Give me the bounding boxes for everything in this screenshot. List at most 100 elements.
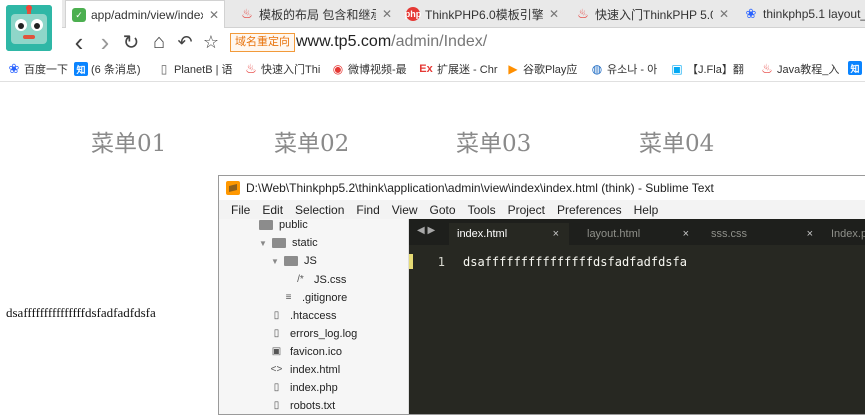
bookmark-label: PlanetB | 语 [174,64,233,76]
tree-label: favicon.ico [290,345,342,358]
bookmark-item[interactable]: ▶ 谷歌Play应 [506,61,577,77]
sublime-logo-icon [226,181,240,195]
home-button[interactable]: ⌂ [148,31,170,53]
browser-tab-2[interactable]: ♨ 模板的布局 包含和继承 ✕ [232,0,392,28]
zhihu-icon: 知 [848,61,862,75]
bookmark-item[interactable]: Ex 扩展迷 - Chr [418,61,498,77]
editor-tab-sss-css[interactable]: sss.css × [703,223,823,245]
leaf-icon: ✓ [72,8,86,22]
editor-tab-layout-html[interactable]: layout.html × [579,223,699,245]
menu-item-1[interactable]: 菜单01 [91,124,166,158]
code-line[interactable]: dsafffffffffffffffdsfadfadfdsfa [463,255,687,269]
tree-item-index-html[interactable]: <> index.html [271,363,340,376]
close-tab-icon[interactable]: ✕ [209,8,219,22]
sublime-text-window: D:\Web\Thinkphp5.2\think\application\adm… [218,175,865,415]
menu-preferences[interactable]: Preferences [557,203,622,217]
bookmark-label: 谷歌Play应 [523,64,578,76]
reload-button[interactable]: ↻ [120,31,142,54]
code-editor[interactable]: ◀ ▶ index.html × layout.html × sss.css ×… [409,219,865,414]
tree-item-public[interactable]: public [259,219,308,231]
bookmark-item[interactable]: ▣ 【J.Fla】翻 [670,61,744,77]
avatar[interactable] [6,5,52,51]
menu-project[interactable]: Project [508,203,545,217]
bookmark-label: 微博视频-最 [348,64,407,76]
page-body-text: dsafffffffffffffffdsfadfadfdsfa [6,305,156,320]
image-file-icon: ▣ [271,346,282,357]
tree-item-robots[interactable]: ▯ robots.txt [271,399,336,412]
tree-item-errors-log[interactable]: ▯ errors_log.log [271,327,358,340]
close-tab-icon[interactable]: × [553,228,559,240]
sublime-title-bar[interactable]: D:\Web\Thinkphp5.2\think\application\adm… [219,176,865,200]
bookmarks-bar: ❀ 百度一下 知 (6 条消息) ▯ PlanetB | 语 ♨ 快速入门Thi… [0,57,865,82]
tree-label: index.html [290,363,341,376]
browser-tab-1[interactable]: ✓ app/admin/view/index ✕ [65,0,225,29]
tree-item-gitignore[interactable]: ≡ .gitignore [283,291,348,304]
tab-strip: ✓ app/admin/view/index ✕ ♨ 模板的布局 包含和继承 ✕… [62,0,865,29]
menu-edit[interactable]: Edit [262,203,283,217]
editor-tab-label: Index.ph [831,228,865,240]
bookmark-item[interactable]: 知 [848,61,865,75]
list-file-icon: ≡ [285,292,292,303]
url-path: /admin/Index/ [391,33,488,50]
menu-tools[interactable]: Tools [468,203,496,217]
bookmark-item[interactable]: ◍ 유소나 - 아 [590,61,658,77]
back-button[interactable]: ‹ [68,27,90,57]
tree-item-js-css[interactable]: /* JS.css [295,273,346,286]
tree-item-static[interactable]: ▼ static [259,237,318,249]
close-tab-icon[interactable]: × [807,228,813,240]
tree-item-favicon[interactable]: ▣ favicon.ico [271,345,342,358]
globe-icon: ◍ [591,62,603,76]
tree-label: errors_log.log [290,327,358,340]
bookmark-label: 扩展迷 - Chr [437,64,498,76]
forward-button[interactable]: › [94,27,116,57]
close-tab-icon[interactable]: ✕ [382,7,392,21]
browser-tab-4[interactable]: ♨ 快速入门ThinkPHP 5.0 ✕ [568,0,730,28]
menu-view[interactable]: View [392,203,418,217]
file-icon: ▯ [273,310,280,321]
extension-icon: Ex [419,63,433,75]
tree-item-htaccess[interactable]: ▯ .htaccess [271,309,337,322]
menu-help[interactable]: Help [634,203,659,217]
menu-item-2[interactable]: 菜单02 [274,124,349,158]
bookmark-item[interactable]: ▯ PlanetB | 语 [157,61,233,77]
tree-item-js[interactable]: ▼ JS [271,255,317,267]
tab-label: ThinkPHP6.0模板引擎 [425,7,543,22]
editor-tab-index-html[interactable]: index.html × [449,223,569,245]
bookmark-star-button[interactable]: ☆ [200,31,222,53]
close-tab-icon[interactable]: ✕ [719,7,729,21]
bookmark-item[interactable]: ❀ 百度一下 [7,61,68,77]
sublime-title: D:\Web\Thinkphp5.2\think\application\adm… [246,181,714,195]
tree-label: index.php [290,381,338,394]
bookmark-item[interactable]: ♨ Java教程_入 [760,61,839,77]
undo-close-button[interactable]: ↶ [174,31,196,53]
tab-nav-arrows-icon[interactable]: ◀ ▶ [417,225,435,236]
menu-goto[interactable]: Goto [430,203,456,217]
tree-label: public [279,219,308,231]
file-icon: ▯ [273,328,280,339]
redirect-badge[interactable]: 域名重定向 [230,33,295,52]
editor-tab-label: sss.css [711,228,748,240]
flame-icon: ♨ [577,6,589,21]
folder-open-icon [272,238,286,248]
menu-file[interactable]: File [231,203,250,217]
browser-tab-3[interactable]: php ThinkPHP6.0模板引擎 ✕ [400,0,562,28]
tab-label: 模板的布局 包含和继承 [259,7,376,22]
close-tab-icon[interactable]: ✕ [549,7,559,21]
menu-selection[interactable]: Selection [295,203,344,217]
php-icon: php [404,7,422,21]
menu-item-3[interactable]: 菜单03 [456,124,531,158]
file-icon: ▯ [273,400,280,411]
browser-tab-5[interactable]: ❀ thinkphp5.1 layout_re [738,0,865,28]
line-number: 1 [437,255,445,269]
close-tab-icon[interactable]: × [683,228,689,240]
menu-find[interactable]: Find [356,203,379,217]
tree-label: JS [304,255,317,267]
doc-icon: ▯ [160,62,168,76]
address-bar[interactable]: www.tp5.com/admin/Index/ [296,31,487,53]
tree-item-index-php[interactable]: ▯ index.php [271,381,338,394]
menu-item-4[interactable]: 菜单04 [639,124,714,158]
bookmark-item[interactable]: ◉ 微博视频-最 [331,61,407,77]
editor-tab-index-php[interactable]: Index.ph [823,223,865,245]
bookmark-item[interactable]: ♨ 快速入门Thi [244,61,320,77]
bookmark-item[interactable]: 知 (6 条消息) [74,61,141,77]
